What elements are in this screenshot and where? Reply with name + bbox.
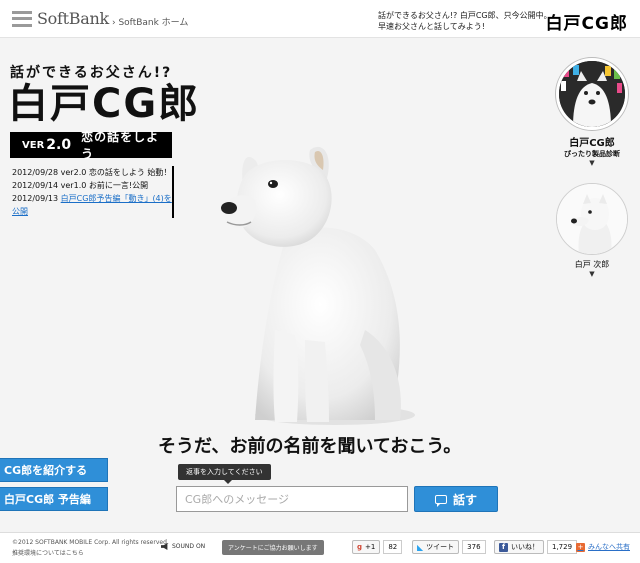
character-name: 白戸CG郎 (569, 138, 615, 149)
character-cgro[interactable]: 白戸CG郎 ぴったり製品診断 ▼ (556, 58, 628, 167)
news-item: 2012/09/13 白戸CG郎予告編「動き」(4)を (12, 194, 172, 203)
version-banner: VER 2.0 恋の話をしよう (10, 130, 172, 161)
dog-avatar-icon (557, 184, 627, 254)
hero-brand-title: 白戸CG郎 (8, 81, 201, 127)
news-item: 公開 (12, 205, 172, 218)
character-name: 白戸 次郎 (574, 260, 610, 269)
facebook-icon: f (499, 542, 508, 552)
sound-toggle[interactable]: SOUND ON (161, 543, 205, 550)
dog-avatar-icon (559, 61, 625, 127)
gplus-button[interactable]: g +1 (352, 540, 381, 554)
message-input[interactable] (176, 486, 408, 512)
copyright-text: ©2012 SOFTBANK MOBILE Corp. All rights r… (12, 539, 169, 546)
mixi-icon: + (576, 542, 585, 552)
site-header: SoftBank › SoftBank ホーム 話ができるお父さん!? 白戸CG… (0, 0, 640, 38)
character-subtitle: ぴったり製品診断 (564, 150, 620, 158)
hero-tagline: 話ができるお父さん!? (10, 65, 173, 81)
version-title: 恋の話をしよう (81, 130, 160, 161)
caret-down-icon: ▼ (589, 159, 595, 167)
talk-button-label: 話す (452, 492, 477, 507)
talk-button[interactable]: 話す (414, 486, 498, 512)
speech-bubble-icon (434, 494, 447, 507)
news-item: 2012/09/14 ver1.0 お前に一言!公開 (12, 181, 149, 190)
input-hint-tooltip: 返事を入力してください (178, 464, 271, 484)
tweet-count: 376 (462, 540, 486, 554)
dog-illustration (221, 146, 415, 425)
trailer-button[interactable]: 白戸CG郎 予告編 (0, 487, 108, 511)
news-item: 2012/09/28 ver2.0 恋の話をしよう 始動！ (12, 168, 172, 177)
promo-line-2: 早速お父さんと話してみよう! (378, 22, 485, 31)
news-list: 2012/09/28 ver2.0 恋の話をしよう 始動！ 2012/09/14… (12, 166, 174, 218)
copyright: ©2012 SOFTBANK MOBILE Corp. All rights r… (12, 537, 169, 559)
environment-link[interactable]: 推奨環境についてはこちら (12, 548, 169, 559)
twitter-bird-icon: ◣ (417, 542, 424, 552)
tweet-share: ◣ ツイート 376 (412, 540, 486, 554)
gplus-count: 82 (383, 540, 403, 554)
softbank-wordmark: SoftBank (37, 9, 109, 28)
gplus-share: g +1 82 (352, 540, 403, 554)
site-footer: ©2012 SOFTBANK MOBILE Corp. All rights r… (0, 532, 640, 563)
gplus-icon: g (357, 543, 363, 551)
speaker-icon (161, 543, 168, 550)
mixi-share[interactable]: + みんなへ共有 (576, 542, 630, 552)
character-avatar (556, 58, 628, 130)
promo-line-1: 話ができるお父さん!? 白戸CG郎、只今公開中。 (378, 11, 552, 20)
caret-down-icon: ▼ (589, 270, 595, 278)
introduce-button[interactable]: CG郎を紹介する (0, 458, 108, 482)
like-count: 1,729 (547, 540, 578, 554)
news-link[interactable]: 白戸CG郎予告編「動き」(4)を (61, 194, 172, 203)
facebook-like: f いいね！ 1,729 (494, 540, 578, 554)
character-jiro[interactable]: 白戸 次郎 ▼ (556, 183, 628, 278)
softbank-mark-icon (12, 10, 32, 27)
sound-label: SOUND ON (172, 543, 206, 550)
news-link[interactable]: 公開 (12, 207, 28, 216)
survey-button[interactable]: アンケートにご協力お願いします (222, 540, 324, 555)
version-prefix: VER (22, 139, 45, 151)
version-number: 2.0 (46, 137, 72, 153)
like-button[interactable]: f いいね！ (494, 540, 544, 554)
dog-speech-caption: そうだ、お前の名前を聞いておこう。 (158, 436, 462, 457)
softbank-logo[interactable]: SoftBank (12, 9, 109, 28)
softbank-home-link[interactable]: › SoftBank ホーム (112, 15, 188, 28)
character-avatar (556, 183, 628, 255)
header-brand[interactable]: 白戸CG郎 (546, 9, 628, 34)
header-promo: 話ができるお父さん!? 白戸CG郎、只今公開中。 早速お父さんと話してみよう! (378, 10, 552, 32)
tweet-button[interactable]: ◣ ツイート (412, 540, 460, 554)
